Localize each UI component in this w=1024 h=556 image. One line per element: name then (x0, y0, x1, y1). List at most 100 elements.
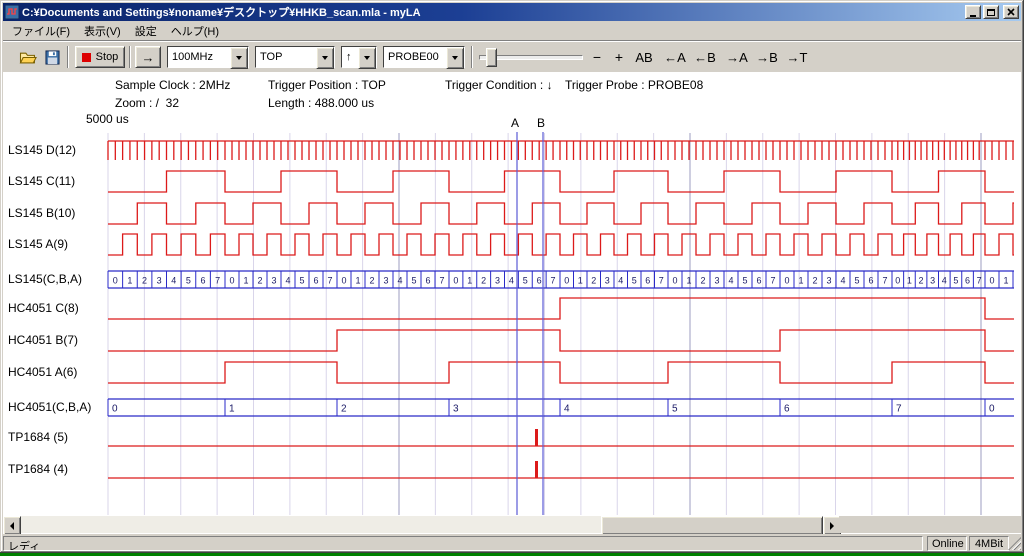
zoom-slider[interactable] (479, 46, 581, 68)
open-file-button[interactable] (17, 46, 39, 68)
bus-value: 1 (355, 276, 360, 286)
scrollbar-thumb[interactable] (601, 516, 823, 534)
trigger-probe-select[interactable]: PROBE00 (383, 46, 465, 68)
move-left-to-b-button[interactable]: ←B (691, 46, 719, 68)
channel-wave-10 (108, 461, 1014, 478)
status-bar: レディ Online 4MBit (3, 536, 1021, 551)
bus-value: 6 (965, 276, 970, 286)
menu-file[interactable]: ファイル(F) (5, 20, 77, 42)
waveform-panel: Sample Clock : 2MHz Trigger Position : T… (3, 72, 1021, 534)
bus-value: 3 (605, 276, 610, 286)
bus-value: 7 (770, 276, 775, 286)
sample-clock-info: Sample Clock : 2MHz (115, 78, 230, 92)
bus-value: 4 (397, 276, 402, 286)
bus-value: 0 (113, 276, 118, 286)
cursor-b-label[interactable]: B (535, 116, 547, 130)
bus-value: 5 (299, 276, 304, 286)
minimize-button[interactable] (965, 5, 981, 19)
zoom-out-button[interactable]: − (587, 46, 607, 68)
trigger-position-select[interactable]: TOP (255, 46, 335, 68)
bus-value: 7 (882, 276, 887, 286)
menu-settings[interactable]: 設定 (128, 20, 164, 42)
time-scale-label: 5000 us (86, 112, 129, 126)
bus-value: 7 (439, 276, 444, 286)
bus-value: 0 (784, 276, 789, 286)
menu-bar: ファイル(F) 表示(V) 設定 ヘルプ(H) (3, 21, 1021, 41)
channel-wave-5 (108, 298, 1014, 319)
bus-value: 6 (201, 276, 206, 286)
bus-value: 0 (989, 276, 994, 286)
bus-value: 5 (953, 276, 958, 286)
horizontal-scrollbar[interactable] (3, 516, 839, 533)
floppy-disk-icon (45, 50, 60, 65)
save-file-button[interactable] (41, 46, 63, 68)
chevron-down-icon[interactable] (230, 47, 248, 69)
zoom-info: Zoom : / 32 (115, 96, 179, 110)
bus-value: 4 (942, 276, 947, 286)
bus-value: 1 (907, 276, 912, 286)
bus-value: 2 (369, 276, 374, 286)
window-title: C:¥Documents and Settings¥noname¥デスクトップ¥… (22, 4, 963, 20)
maximize-button[interactable] (983, 5, 999, 19)
bus-value: 5 (632, 276, 637, 286)
bus-value: 7 (896, 404, 902, 415)
bus-value: 4 (509, 276, 514, 286)
bus-value: 6 (784, 404, 790, 415)
zoom-slider-thumb[interactable] (486, 48, 497, 67)
move-left-to-a-button[interactable]: ←A (661, 46, 689, 68)
bus-value: 1 (229, 404, 235, 415)
bus-value: 5 (854, 276, 859, 286)
trigger-edge-select[interactable]: ↑ (341, 46, 377, 68)
run-button[interactable]: → (135, 46, 161, 68)
menu-view[interactable]: 表示(V) (77, 20, 128, 42)
bus-value: 6 (313, 276, 318, 286)
resize-grip[interactable] (1008, 537, 1021, 550)
stop-button[interactable]: Stop (75, 46, 125, 68)
bus-value: 5 (742, 276, 747, 286)
bus-value: 2 (341, 404, 347, 415)
length-info: Length : 488.000 us (268, 96, 374, 110)
bus-value: 2 (481, 276, 486, 286)
zoom-in-button[interactable]: + (609, 46, 629, 68)
cursor-a-label[interactable]: A (509, 116, 521, 130)
bus-value: 3 (383, 276, 388, 286)
close-button[interactable] (1003, 5, 1019, 19)
bus-value: 4 (618, 276, 623, 286)
move-right-to-a-button[interactable]: →A (723, 46, 751, 68)
clock-select[interactable]: 100MHz (167, 46, 249, 68)
chevron-down-icon[interactable] (358, 47, 376, 69)
bus-value: 2 (700, 276, 705, 286)
toolbar-separator (67, 46, 69, 68)
bus-value: 0 (564, 276, 569, 286)
menu-help[interactable]: ヘルプ(H) (164, 20, 226, 42)
bus-value: 7 (327, 276, 332, 286)
status-online-indicator: Online (927, 536, 967, 551)
bus-value: 0 (672, 276, 677, 286)
waveform-svg[interactable]: 0123456701234567012345670123456701234567… (3, 130, 1021, 522)
triangle-left-icon (10, 522, 14, 530)
bus-value: 3 (495, 276, 500, 286)
channel-wave-6 (108, 330, 1014, 351)
bus-value: 1 (798, 276, 803, 286)
bus-value: 4 (840, 276, 845, 286)
bus-value: 6 (756, 276, 761, 286)
toolbar-separator (129, 46, 131, 68)
bus-value: 0 (989, 404, 995, 415)
zoom-ab-button[interactable]: AB (631, 46, 657, 68)
bus-value: 3 (930, 276, 935, 286)
bus-value: 3 (157, 276, 162, 286)
channel-wave-0 (108, 141, 1014, 160)
title-bar[interactable]: C:¥Documents and Settings¥noname¥デスクトップ¥… (3, 3, 1021, 21)
bus-value: 2 (142, 276, 147, 286)
bus-value: 1 (467, 276, 472, 286)
bus-value: 1 (243, 276, 248, 286)
chevron-down-icon[interactable] (316, 47, 334, 69)
go-to-trigger-button[interactable]: →T (783, 46, 811, 68)
toolbar: Stop → 100MHz TOP ↑ PROBE00 − + AB ←A (3, 41, 1021, 72)
chevron-down-icon[interactable] (446, 47, 464, 69)
bus-value: 5 (672, 404, 678, 415)
minimize-icon (970, 15, 976, 17)
move-right-to-b-button[interactable]: →B (753, 46, 781, 68)
scroll-left-button[interactable] (3, 516, 21, 534)
bus-value: 1 (127, 276, 132, 286)
